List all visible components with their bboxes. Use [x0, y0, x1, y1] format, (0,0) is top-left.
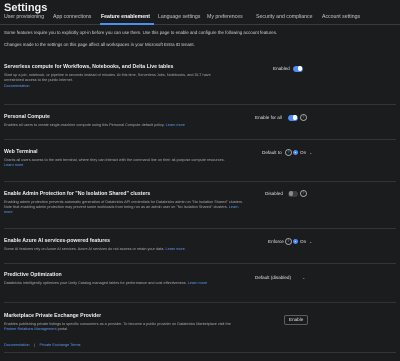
web-terminal-state-label: Default to: [262, 150, 282, 155]
tab-security-and-compliance[interactable]: Security and compliance: [256, 14, 313, 20]
personal-compute-toggle[interactable]: [288, 114, 298, 121]
divider: [4, 139, 396, 140]
chevron-down-icon[interactable]: ⌄: [309, 150, 312, 155]
active-tab-indicator: [100, 23, 154, 25]
link-separator: |: [34, 342, 35, 347]
learn-more-link[interactable]: Learn more: [166, 123, 185, 127]
info-icon[interactable]: ?: [300, 190, 307, 197]
section-description: Some AI features rely on Azure AI servic…: [4, 247, 185, 251]
private-exchange-terms-link[interactable]: Private Exchange Terms: [39, 343, 80, 347]
azure-ai-section: Enable Azure AI services-powered feature…: [4, 238, 310, 252]
partner-relations-link[interactable]: Partner Relations Management: [4, 327, 57, 331]
divider: [4, 228, 396, 229]
learn-more-link[interactable]: Learn more: [188, 281, 207, 285]
intro-scope-note: Changes made to the settings on this pag…: [4, 42, 195, 47]
azure-ai-value[interactable]: On: [300, 239, 306, 244]
tab-feature-enablement[interactable]: Feature enablement: [101, 14, 150, 20]
divider: [4, 104, 396, 105]
section-title: Enable Azure AI services-powered feature…: [4, 238, 110, 244]
personal-compute-state-label: Enable for all: [255, 115, 282, 120]
tab-app-connections[interactable]: App connections: [53, 14, 91, 20]
enable-button[interactable]: Enable: [284, 315, 309, 325]
serverless-section: Serverless compute for Workflows, Notebo…: [4, 64, 310, 88]
serverless-toggle[interactable]: [293, 65, 303, 72]
section-description: Start up a job, notebook, or pipeline in…: [4, 73, 211, 83]
divider: [4, 352, 396, 353]
divider: [4, 181, 396, 182]
section-description: Enabling admin protection prevents autom…: [4, 200, 244, 215]
divider: [4, 263, 396, 264]
azure-ai-state-label: Enforce: [268, 239, 284, 244]
section-description: Databricks intelligently optimizes your …: [4, 281, 208, 285]
info-icon[interactable]: ?: [300, 114, 307, 121]
tab-account-settings[interactable]: Account settings: [322, 14, 360, 20]
intro-text: Some features require you to explicitly …: [4, 30, 278, 35]
documentation-link[interactable]: Documentation: [4, 343, 30, 347]
web-terminal-on-indicator: [293, 150, 298, 155]
tab-my-preferences[interactable]: My preferences: [207, 14, 243, 20]
documentation-link[interactable]: Documentation: [4, 84, 310, 88]
learn-more-link[interactable]: Learn more: [4, 163, 23, 167]
serverless-state-label: Enabled: [273, 66, 290, 71]
section-description: Grants all users access to the web termi…: [4, 158, 225, 168]
section-title: Marketplace Private Exchange Provider: [4, 313, 102, 319]
info-icon[interactable]: ?: [285, 238, 292, 245]
section-description: Enables all users to create single-machi…: [4, 123, 186, 127]
section-title: Serverless compute for Workflows, Notebo…: [4, 64, 174, 70]
settings-tabs: User provisioning App connections Featur…: [0, 13, 400, 25]
marketplace-section: Marketplace Private Exchange Provider En…: [4, 313, 310, 351]
web-terminal-value[interactable]: On: [300, 150, 306, 155]
predictive-optimization-value[interactable]: Default (disabled): [255, 275, 291, 280]
divider: [4, 302, 396, 303]
learn-more-link[interactable]: Learn more: [165, 247, 184, 251]
tab-user-provisioning[interactable]: User provisioning: [4, 14, 44, 20]
info-icon[interactable]: ?: [285, 149, 292, 156]
admin-protection-state-label: Disabled: [265, 191, 283, 196]
section-description: Enables publishing private listings to s…: [4, 322, 231, 332]
tab-language-settings[interactable]: Language settings: [158, 14, 200, 20]
chevron-down-icon[interactable]: ⌄: [302, 275, 305, 280]
admin-protection-toggle[interactable]: [288, 190, 298, 197]
azure-ai-on-indicator: [293, 239, 298, 244]
chevron-down-icon[interactable]: ⌄: [309, 239, 312, 244]
